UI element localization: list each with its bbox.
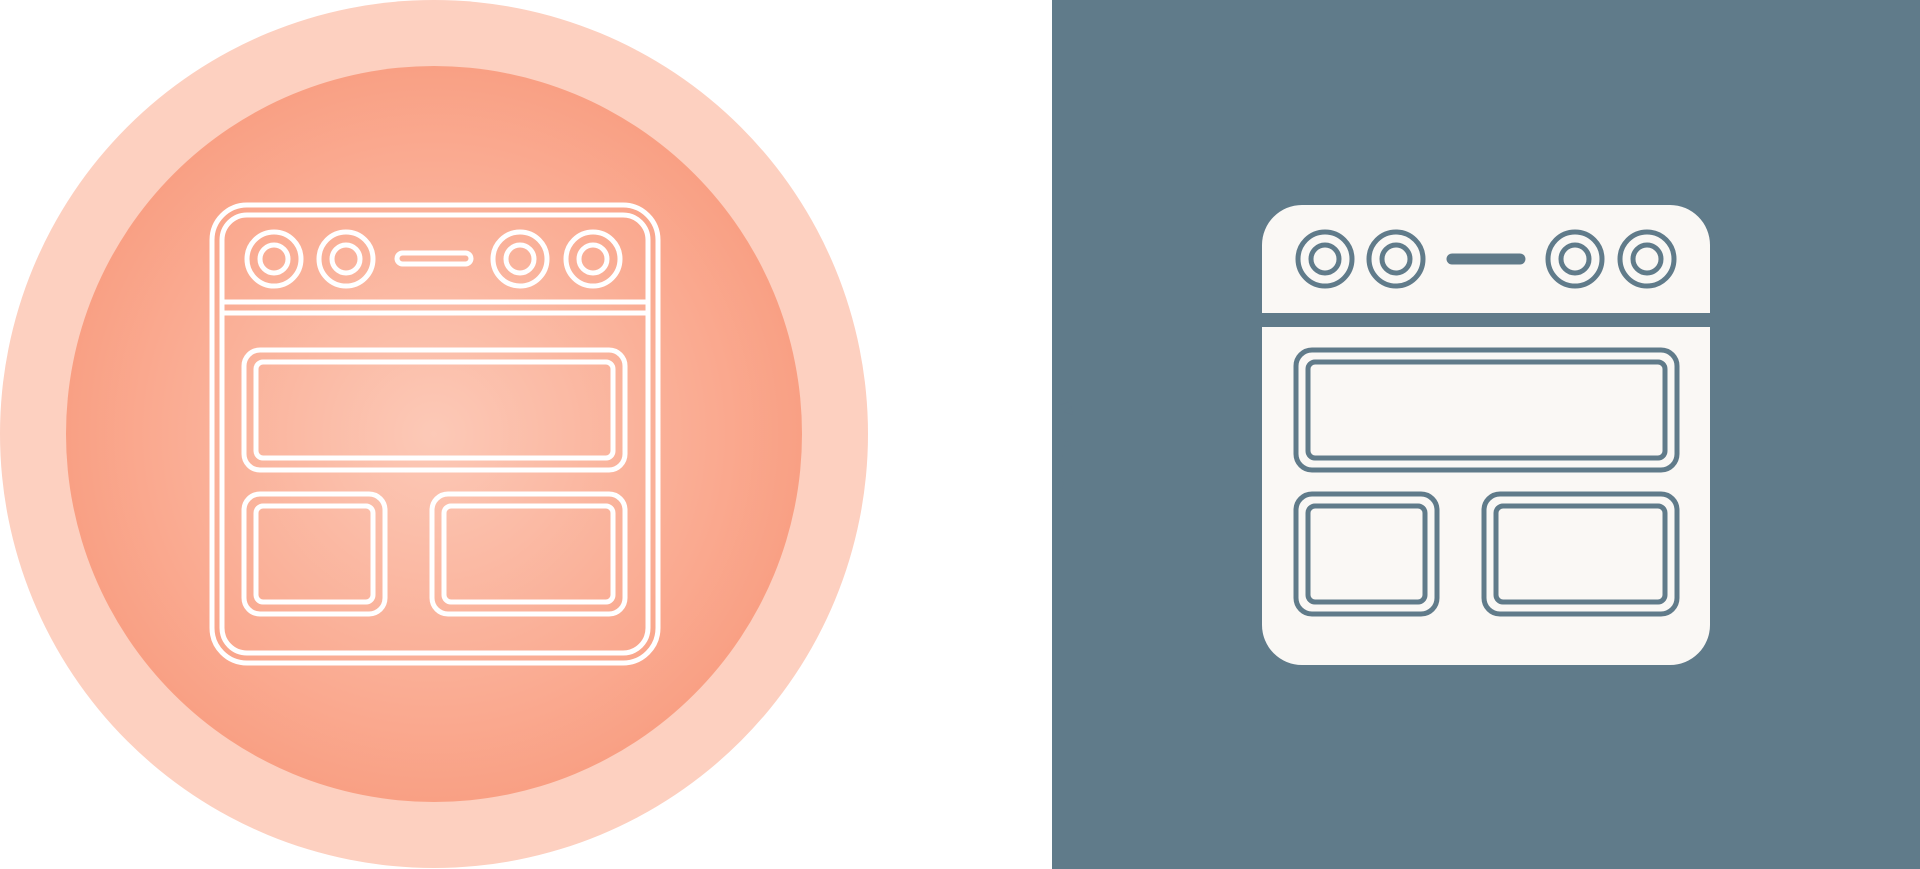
icon-preview-canvas [0, 0, 1920, 869]
inner-gradient-circle [66, 66, 802, 802]
browser-layout-glyph-icon [1262, 205, 1710, 665]
outline-icon-panel [0, 0, 868, 868]
icon-pair-artwork [0, 0, 1920, 869]
glyph-icon-panel [1052, 0, 1920, 869]
